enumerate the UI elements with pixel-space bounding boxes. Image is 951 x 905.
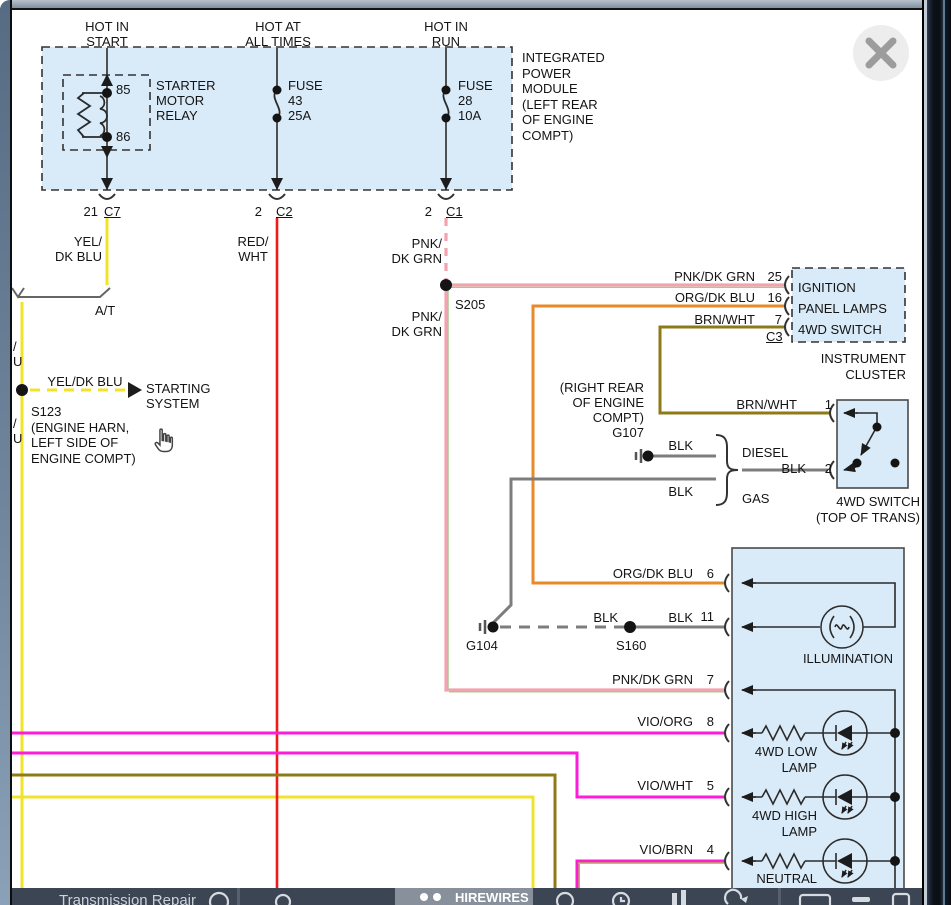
search-icon — [557, 893, 573, 905]
clock-icon — [210, 893, 228, 905]
box-wire-6: ORG/DK BLU — [593, 566, 693, 581]
box-pin-5: 5 — [698, 778, 714, 793]
cluster-pin-25: 25 — [762, 269, 782, 284]
c3-connector: C3 — [766, 329, 783, 344]
window-left-border — [0, 0, 12, 905]
cluster-row-4wd-switch: 4WD SWITCH — [798, 322, 882, 337]
starter-motor-relay-label: STARTER MOTOR RELAY — [156, 78, 215, 123]
switch-wire-1: BRN/WHT — [698, 397, 797, 412]
yel-dkblu-label: YEL/ DK BLU — [46, 234, 102, 264]
box-wire-7: PNK/DK GRN — [593, 672, 693, 687]
switch-pin-1: 1 — [820, 397, 832, 412]
switch-pin-2: 2 — [818, 461, 832, 476]
display-icon — [800, 895, 830, 905]
gas-label: GAS — [742, 491, 769, 506]
c1-connector: C1 — [446, 204, 463, 219]
blk-solid-label: BLK — [655, 610, 693, 625]
instrument-cluster-label: INSTRUMENT CLUSTER — [789, 351, 906, 383]
box-pin-4: 4 — [698, 842, 714, 857]
c2-pin: 2 — [246, 204, 262, 219]
taskbar[interactable]: Transmission Repair HIREWIRES — [12, 888, 922, 905]
fuse-43-label: FUSE 43 25A — [288, 78, 323, 123]
cluster-row-ignition: IGNITION — [798, 280, 856, 295]
blk-diesel-label: BLK — [653, 438, 693, 453]
blk-gas-label: BLK — [653, 484, 693, 499]
taskbar-icons[interactable] — [12, 888, 922, 905]
window-top-border — [0, 0, 922, 10]
hot-at-all-times-label: HOT AT ALL TIMES — [238, 19, 318, 49]
cluster-row-panel-lamps: PANEL LAMPS — [798, 301, 887, 316]
g104-label: G104 — [466, 638, 498, 653]
c7-pin: 21 — [72, 204, 98, 219]
bars-icon — [672, 893, 677, 905]
g107-label: (RIGHT REAR OF ENGINE COMPT) G107 — [539, 380, 644, 440]
vertical-scrollbar[interactable] — [922, 0, 951, 905]
hot-in-run-label: HOT IN RUN — [408, 19, 484, 49]
minimize-icon — [852, 897, 870, 902]
cluster-wire-16: ORG/DK BLU — [655, 290, 755, 305]
red-wht-label: RED/ WHT — [233, 234, 273, 264]
hand-cursor-icon — [150, 428, 184, 464]
c2-connector: C2 — [276, 204, 293, 219]
yel-dkblu-dashed-label: YEL/DK BLU — [45, 374, 125, 389]
blk-switch-label: BLK — [768, 461, 806, 476]
close-button[interactable] — [853, 25, 909, 81]
cluster-wire-25: PNK/DK GRN — [655, 269, 755, 284]
s123-label: S123 (ENGINE HARN, LEFT SIDE OF ENGINE C… — [31, 404, 136, 466]
cluster-pin-7: 7 — [762, 312, 782, 327]
box-wire-4: VIO/BRN — [593, 842, 693, 857]
starting-system-label: STARTING SYSTEM — [146, 381, 211, 411]
phone-icon — [893, 894, 909, 905]
lamp-low-label: 4WD LOW LAMP — [735, 744, 817, 776]
vio-wires — [0, 733, 724, 888]
ipm-label: INTEGRATED POWER MODULE (LEFT REAR OF EN… — [522, 50, 605, 143]
box-pin-11: 11 — [692, 609, 714, 624]
lamp-neutral-label: NEUTRAL — [735, 871, 817, 886]
relay-pin-86: 86 — [116, 129, 130, 144]
diesel-label: DIESEL — [742, 445, 788, 460]
pnk-dkgrn-top-label: PNK/ DK GRN — [384, 236, 442, 266]
c1-pin: 2 — [416, 204, 432, 219]
redo-icon — [725, 890, 741, 904]
box-pin-8: 8 — [698, 714, 714, 729]
relay-pin-85: 85 — [116, 82, 130, 97]
lamp-high-label: 4WD HIGH LAMP — [735, 808, 817, 840]
cluster-pin-16: 16 — [762, 290, 782, 305]
4wd-switch-name: 4WD SWITCH (TOP OF TRANS) — [800, 494, 920, 526]
s160-label: S160 — [616, 638, 646, 653]
c7-connector: C7 — [104, 204, 121, 219]
at-option-label: A/T — [95, 303, 115, 318]
s205-label: S205 — [455, 297, 485, 312]
diagram-viewer: HOT IN START HOT AT ALL TIMES HOT IN RUN… — [0, 0, 951, 905]
box-pin-6: 6 — [698, 566, 714, 581]
pnk-dkgrn-mid-label: PNK/ DK GRN — [384, 309, 442, 339]
edge-fragment-2: / U — [13, 416, 22, 446]
box-wire-8: VIO/ORG — [593, 714, 693, 729]
box-pin-7: 7 — [698, 672, 714, 687]
clock-hands — [621, 897, 625, 901]
cluster-wire-7: BRN/WHT — [655, 312, 755, 327]
close-icon — [853, 25, 909, 81]
edge-fragment-1: / U — [13, 339, 22, 369]
hot-in-start-label: HOT IN START — [70, 19, 144, 49]
blk-dashed-label: BLK — [580, 610, 618, 625]
fuse-28-label: FUSE 28 10A — [458, 78, 493, 123]
at-option-bracket — [12, 288, 110, 297]
yel-dkblu-wires — [0, 218, 533, 888]
bars-icon — [681, 890, 686, 905]
lamp-module-box — [732, 548, 904, 905]
illumination-label: ILLUMINATION — [793, 651, 893, 666]
search-icon — [276, 895, 290, 905]
box-wire-5: VIO/WHT — [593, 778, 693, 793]
